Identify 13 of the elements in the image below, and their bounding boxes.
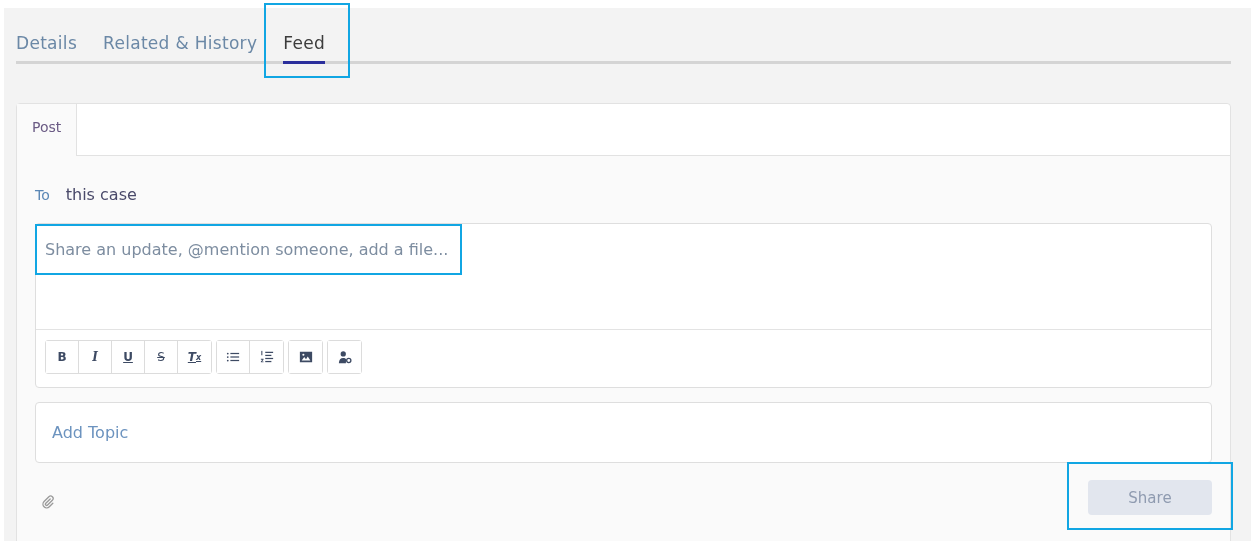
image-button[interactable] xyxy=(289,341,322,373)
recipient-text: this case xyxy=(65,185,137,204)
bulleted-list-icon xyxy=(226,350,240,364)
mention-button[interactable] xyxy=(328,341,361,373)
numbered-list-icon xyxy=(259,350,274,364)
paperclip-icon[interactable] xyxy=(41,494,55,509)
tab[interactable]: Post xyxy=(17,104,78,156)
bold-button[interactable]: B xyxy=(46,341,79,373)
tab[interactable]: Feed xyxy=(283,33,326,64)
to-label: To xyxy=(35,187,50,203)
person-icon xyxy=(337,350,352,364)
image-icon xyxy=(298,350,313,364)
topic-field[interactable]: Add Topic xyxy=(35,402,1212,463)
